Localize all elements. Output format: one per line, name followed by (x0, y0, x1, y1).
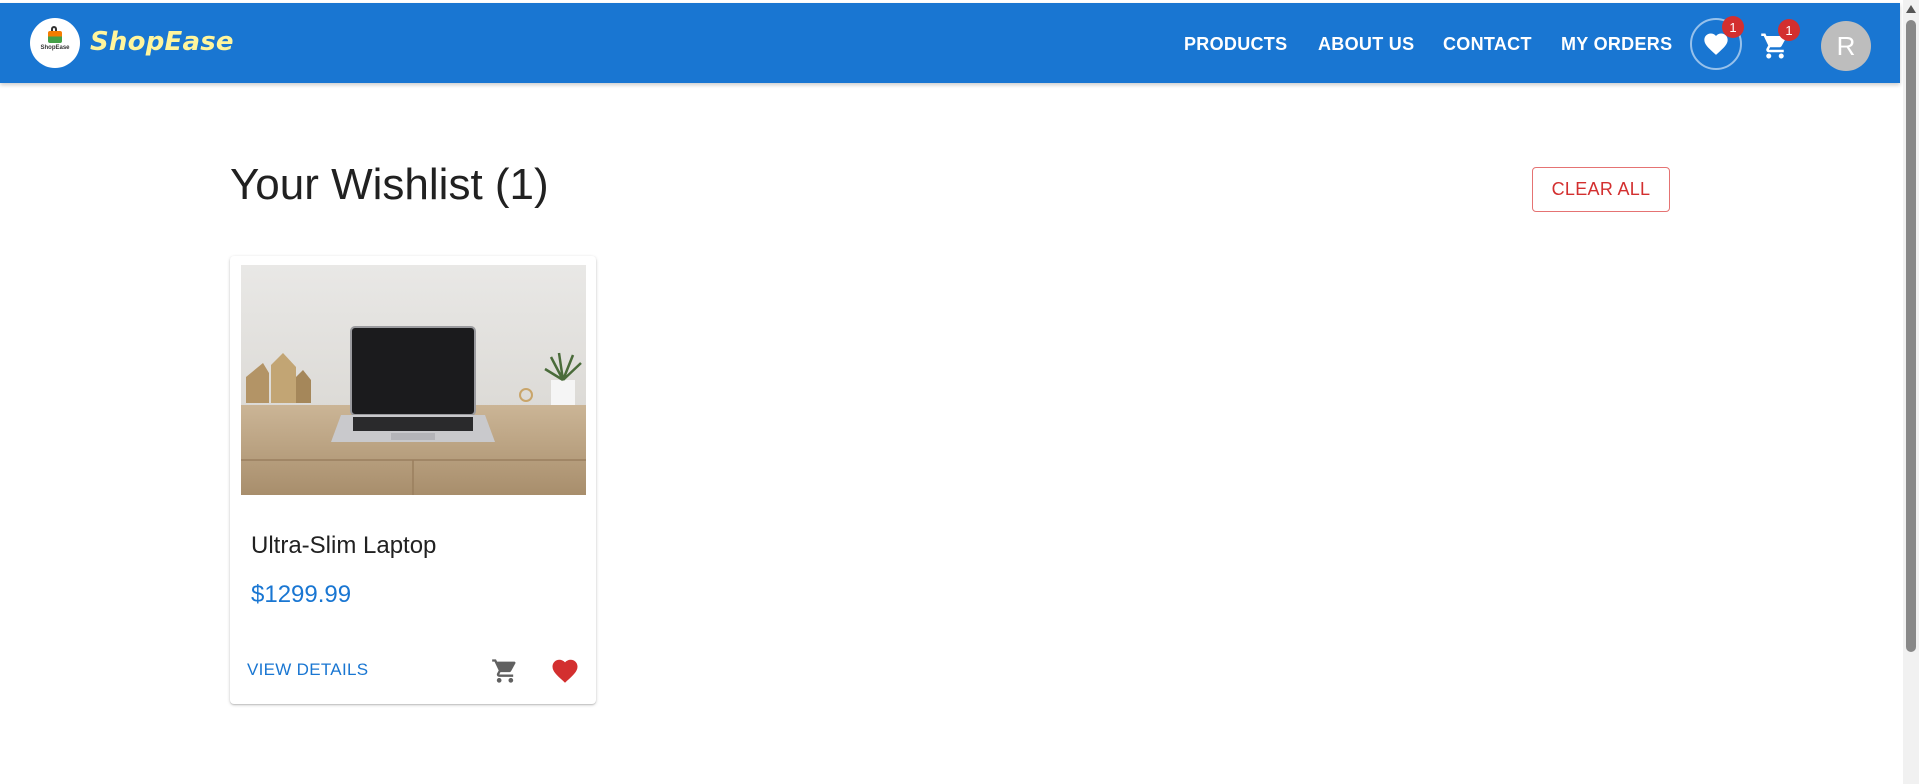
nav-contact[interactable]: CONTACT (1443, 34, 1532, 55)
shopping-bag-icon (48, 26, 62, 43)
laptop-photo (241, 265, 586, 495)
remove-from-wishlist-button[interactable] (545, 651, 585, 691)
nav-about-us[interactable]: ABOUT US (1318, 34, 1414, 55)
avatar[interactable]: R (1821, 21, 1871, 71)
wishlist-button[interactable]: 1 (1690, 16, 1744, 70)
logo[interactable]: ShopEase (30, 18, 80, 68)
app-bar: ShopEase ShopEase PRODUCTS ABOUT US CONT… (0, 3, 1900, 83)
nav-my-orders[interactable]: MY ORDERS (1561, 34, 1672, 55)
logo-text: ShopEase (40, 45, 70, 51)
product-name: Ultra-Slim Laptop (251, 532, 437, 559)
product-price: $1299.99 (251, 581, 352, 608)
view-details-button[interactable]: VIEW DETAILS (247, 660, 368, 680)
add-to-cart-button[interactable] (485, 651, 525, 691)
wishlist-item-card: Ultra-Slim Laptop $1299.99 VIEW DETAILS (230, 256, 596, 704)
page-title: Your Wishlist (1) (230, 160, 549, 209)
vertical-scrollbar[interactable] (1903, 0, 1919, 784)
clear-all-button[interactable]: CLEAR ALL (1532, 167, 1670, 212)
wishlist-count-badge: 1 (1722, 16, 1744, 38)
cart-icon (492, 659, 516, 683)
product-image[interactable] (241, 265, 586, 495)
heart-icon (552, 659, 578, 683)
cart-button[interactable]: 1 (1752, 19, 1800, 69)
scroll-up-arrow-icon[interactable] (1906, 5, 1916, 13)
cart-count-badge: 1 (1778, 19, 1800, 41)
scrollbar-thumb[interactable] (1906, 20, 1916, 652)
nav-products[interactable]: PRODUCTS (1184, 34, 1287, 55)
brand-name[interactable]: ShopEase (90, 27, 234, 57)
